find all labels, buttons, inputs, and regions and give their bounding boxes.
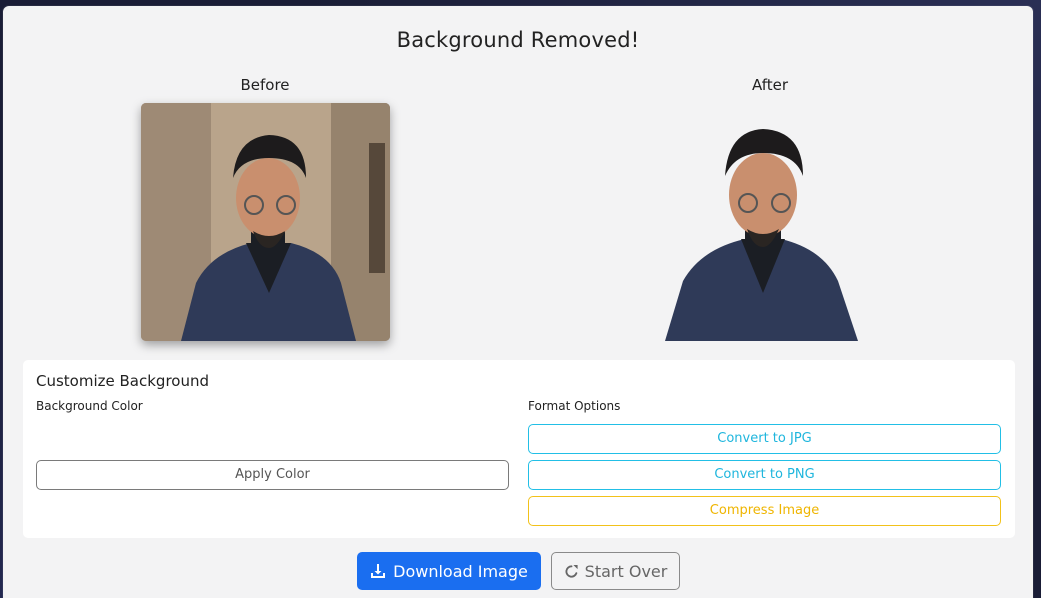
page-title: Background Removed!	[396, 28, 640, 52]
customize-panel: Customize Background Background Color Fo…	[23, 360, 1015, 538]
download-icon	[370, 563, 386, 579]
convert-jpg-button[interactable]: Convert to JPG	[528, 424, 1001, 454]
result-card: Background Removed! Before After Customi…	[3, 6, 1033, 598]
format-options-label: Format Options	[528, 399, 621, 413]
before-image	[141, 103, 390, 341]
background-color-label: Background Color	[36, 399, 143, 413]
redo-icon	[564, 564, 579, 579]
before-label: Before	[240, 76, 290, 94]
apply-color-button[interactable]: Apply Color	[36, 460, 509, 490]
compress-image-button[interactable]: Compress Image	[528, 496, 1001, 526]
customize-title: Customize Background	[36, 372, 209, 390]
download-label: Download Image	[393, 561, 528, 581]
start-over-button[interactable]: Start Over	[551, 552, 680, 590]
download-image-button[interactable]: Download Image	[357, 552, 541, 590]
after-label: After	[751, 76, 789, 94]
convert-png-button[interactable]: Convert to PNG	[528, 460, 1001, 490]
start-over-label: Start Over	[584, 561, 668, 581]
after-image	[653, 121, 863, 341]
